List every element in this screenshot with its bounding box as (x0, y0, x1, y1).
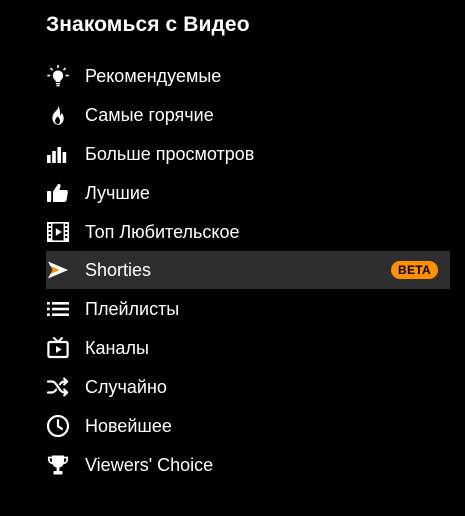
video-menu-panel: Знакомься с Видео Рекомендуемые Самые го… (0, 0, 465, 516)
clock-icon (46, 414, 70, 438)
menu-item-label: Самые горячие (85, 104, 214, 125)
menu-item-label: Новейшее (85, 416, 172, 437)
menu-item-label: Каналы (85, 338, 149, 359)
menu-item-recommended[interactable]: Рекомендуемые (46, 57, 450, 95)
bar-chart-icon (46, 142, 70, 166)
lightbulb-icon (46, 64, 70, 88)
menu-heading: Знакомься с Видео (46, 13, 250, 36)
menu-item-shorties[interactable]: Shorties BETA (46, 251, 450, 290)
menu-item-label: Лучшие (85, 182, 150, 203)
video-menu-list: Рекомендуемые Самые горячие Больше просм… (46, 57, 450, 485)
shuffle-icon (46, 375, 70, 399)
menu-item-channels[interactable]: Каналы (46, 329, 450, 367)
shorties-arrow-icon (46, 258, 70, 282)
menu-item-viewers-choice[interactable]: Viewers' Choice (46, 446, 450, 484)
menu-item-best[interactable]: Лучшие (46, 174, 450, 212)
menu-item-label: Рекомендуемые (85, 66, 222, 86)
film-strip-icon (46, 220, 70, 244)
menu-item-label: Shorties (85, 260, 152, 281)
list-icon (46, 297, 70, 321)
menu-item-label: Viewers' Choice (85, 454, 214, 475)
menu-item-most-viewed[interactable]: Больше просмотров (46, 135, 450, 173)
menu-item-label: Плейлисты (85, 299, 180, 320)
menu-item-hottest[interactable]: Самые горячие (46, 96, 450, 134)
beta-badge: BETA (391, 261, 438, 280)
menu-item-label: Больше просмотров (85, 143, 255, 164)
menu-item-random[interactable]: Случайно (46, 368, 450, 406)
menu-item-newest[interactable]: Новейшее (46, 407, 450, 445)
channel-tv-icon (46, 336, 70, 360)
menu-item-label: Случайно (85, 377, 167, 398)
menu-item-playlists[interactable]: Плейлисты (46, 290, 450, 328)
trophy-icon (46, 453, 70, 477)
flame-icon (46, 103, 70, 127)
menu-item-top-amateur[interactable]: Топ Любительское (46, 213, 450, 251)
thumbs-up-icon (46, 181, 70, 205)
menu-item-label: Топ Любительское (85, 221, 240, 242)
